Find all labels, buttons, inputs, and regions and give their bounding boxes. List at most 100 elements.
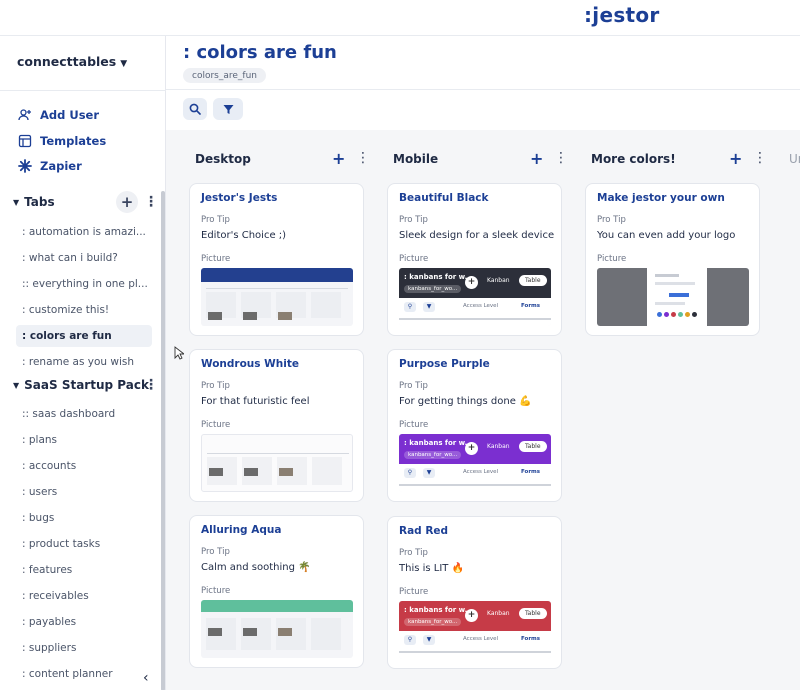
column-menu-icon[interactable]: ⋮ [753, 150, 767, 166]
zapier-button[interactable]: Zapier [18, 156, 82, 176]
add-tab-button[interactable]: + [116, 191, 138, 213]
add-card-button[interactable]: + [332, 149, 345, 168]
sidebar-scrollbar[interactable] [161, 191, 165, 690]
thumb-access-level: Access Level [463, 636, 499, 642]
add-card-button[interactable]: + [729, 149, 742, 168]
card-title: Beautiful Black [399, 192, 489, 204]
card[interactable]: Make jestor your own Pro Tip You can eve… [585, 183, 760, 336]
thumb-tab-table: Table [519, 441, 547, 452]
field-label: Picture [597, 254, 627, 264]
thumb-text-line [655, 274, 679, 277]
workspace-selector[interactable]: connecttables ▼ [17, 54, 127, 69]
column-title: Desktop [195, 152, 251, 166]
field-value: Sleek design for a sleek device [399, 230, 555, 241]
sidebar-item[interactable]: : plans [16, 429, 152, 451]
thumb-filter-icon: ▼ [423, 302, 435, 312]
thumb-photo [208, 628, 222, 636]
picture-thumbnail[interactable] [597, 268, 749, 326]
group-tabs-label: Tabs [24, 195, 55, 209]
thumb-slug: kanbans_for_wo... [404, 451, 462, 459]
more-options-icon[interactable]: ⋮ [144, 377, 158, 393]
field-label: Pro Tip [597, 215, 626, 225]
card[interactable]: Alluring Aqua Pro Tip Calm and soothing … [189, 515, 364, 668]
picture-thumbnail[interactable] [201, 600, 353, 658]
more-options-icon[interactable]: ⋮ [144, 194, 158, 210]
card-title: Rad Red [399, 525, 449, 537]
sidebar-item-active[interactable]: : colors are fun [16, 325, 152, 347]
sidebar-item[interactable]: : users [16, 481, 152, 503]
sidebar-item[interactable]: : features [16, 559, 152, 581]
filter-button[interactable] [213, 98, 243, 120]
search-icon [189, 103, 201, 115]
picture-thumbnail[interactable]: : kanbans for w... kanbans_for_wo... + K… [399, 601, 551, 659]
sidebar-item[interactable]: : what can i build? [16, 247, 152, 269]
thumb-title: : kanbans for w... [404, 606, 473, 614]
collapse-sidebar-icon[interactable]: ‹ [143, 670, 149, 686]
card[interactable]: Rad Red Pro Tip This is LIT 🔥 Picture : … [387, 516, 562, 669]
column-menu-icon[interactable]: ⋮ [356, 150, 370, 166]
sidebar-item[interactable]: : accounts [16, 455, 152, 477]
column-title: Mobile [393, 152, 439, 166]
sidebar-item[interactable]: : customize this! [16, 299, 152, 321]
group-tabs[interactable]: ▼ Tabs + ⋮ [13, 191, 161, 213]
thumb-tab-table: Table [519, 275, 547, 286]
thumb-text-line [655, 282, 695, 285]
thumb-plus-icon: + [465, 442, 478, 455]
picture-thumbnail[interactable]: : kanbans for w... kanbans_for_wo... + K… [399, 268, 551, 326]
sidebar-item[interactable]: : automation is amazi... [16, 221, 152, 243]
field-value: Editor's Choice ;) [201, 230, 287, 241]
card[interactable]: Purpose Purple Pro Tip For getting thing… [387, 349, 562, 502]
thumb-plus-icon: + [465, 609, 478, 622]
column-title-partial: Ur [789, 152, 800, 166]
thumb-header [201, 268, 353, 282]
sidebar-item[interactable]: : content planner [16, 663, 152, 685]
sidebar-item[interactable]: : bugs [16, 507, 152, 529]
thumb-filter-icon: ▼ [423, 468, 435, 478]
thumb-toolbar: ⚲ ▼ Access Level Forms [399, 464, 551, 492]
thumb-toolbar: ⚲ ▼ Access Level Forms [399, 298, 551, 326]
card[interactable]: Beautiful Black Pro Tip Sleek design for… [387, 183, 562, 336]
page-title: : colors are fun [183, 42, 337, 63]
card[interactable]: Wondrous White Pro Tip For that futurist… [189, 349, 364, 502]
header-divider [166, 89, 800, 90]
thumb-column [311, 292, 341, 318]
picture-thumbnail[interactable] [201, 268, 353, 326]
picture-thumbnail[interactable]: : kanbans for w... kanbans_for_wo... + K… [399, 434, 551, 492]
add-user-button[interactable]: Add User [18, 105, 99, 125]
thumb-photo [208, 312, 222, 320]
templates-button[interactable]: Templates [18, 131, 106, 151]
thumb-access-level: Access Level [463, 469, 499, 475]
column-menu-icon[interactable]: ⋮ [554, 150, 568, 166]
mouse-cursor-icon [174, 346, 184, 360]
group-saas-startup-pack[interactable]: ▼ SaaS Startup Pack ⋮ [13, 375, 161, 395]
sidebar-item[interactable]: : receivables [16, 585, 152, 607]
card-title: Jestor's Jests [201, 192, 278, 204]
templates-label: Templates [40, 134, 107, 148]
card-title: Make jestor your own [597, 192, 725, 204]
thumb-photo [243, 628, 257, 636]
field-label: Picture [201, 420, 231, 430]
sidebar-item[interactable]: : product tasks [16, 533, 152, 555]
sidebar-item[interactable]: :: saas dashboard [16, 403, 152, 425]
search-button[interactable] [183, 98, 207, 120]
sidebar-item[interactable]: :: everything in one pl... [16, 273, 152, 295]
thumb-tab-table: Table [519, 608, 547, 619]
sidebar-item[interactable]: : payables [16, 611, 152, 633]
thumb-column [311, 618, 341, 650]
thumb-access-level: Access Level [463, 303, 499, 309]
sidebar-item[interactable]: : rename as you wish [16, 351, 152, 373]
picture-thumbnail[interactable] [201, 434, 353, 492]
thumb-header [201, 600, 353, 612]
field-label: Pro Tip [399, 381, 428, 391]
add-card-button[interactable]: + [530, 149, 543, 168]
sidebar-item[interactable]: : suppliers [16, 637, 152, 659]
thumb-forms: Forms [521, 469, 541, 475]
thumb-photo [209, 468, 223, 476]
card-title: Alluring Aqua [201, 524, 282, 536]
jestor-logo[interactable]: :jestor [584, 3, 660, 27]
field-value: For getting things done 💪 [399, 396, 532, 407]
card[interactable]: Jestor's Jests Pro Tip Editor's Choice ;… [189, 183, 364, 336]
field-value: For that futuristic feel [201, 396, 310, 407]
thumb-tab-kanban: Kanban [487, 277, 510, 284]
field-label: Pro Tip [201, 381, 230, 391]
